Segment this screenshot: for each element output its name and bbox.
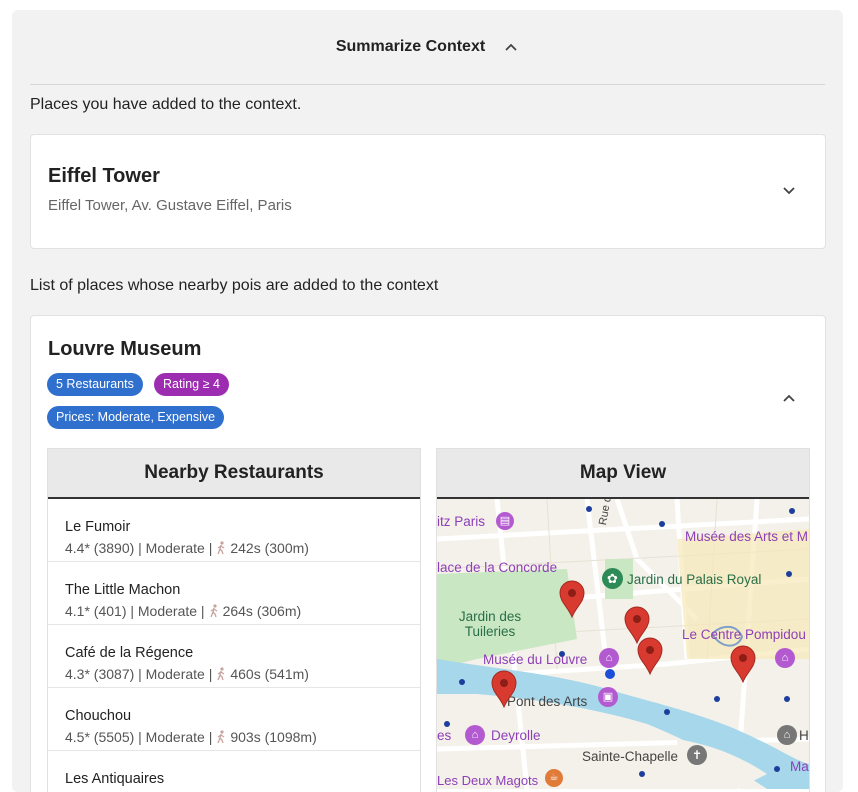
restaurant-row[interactable]: Café de la Régence 4.3* (3087) | Moderat… [48,625,420,688]
map-canvas[interactable]: ▤ ✿ ⌂ ▣ ⌂ ⌂ ✝ ⌂ ☕ itz Paris Rue de Riche… [437,499,809,789]
restaurant-row[interactable]: Le Fumoir 4.4* (3890) | Moderate | 242s … [48,499,420,562]
map-header: Map View [437,449,809,499]
map-label-musee-arts: Musée des Arts et M [685,529,809,544]
added-places-label: Places you have added to the context. [30,96,302,113]
chip-prices: Prices: Moderate, Expensive [47,406,225,429]
walking-icon [217,541,225,555]
place-name: Louvre Museum [48,338,202,360]
map-label-sainte-chapelle: Sainte-Chapelle [582,749,679,764]
chevron-up-icon[interactable] [503,39,519,55]
map-label-ritz: itz Paris [437,514,486,529]
map-label-es: es [437,728,452,743]
map-label-palais-royal: Jardin du Palais Royal [627,572,762,587]
map-label-ma: Ma [790,759,809,774]
map-label-louvre: Musée du Louvre [483,652,588,667]
chevron-up-icon[interactable] [781,390,797,406]
restaurant-rating: 4.3* (3087) | Moderate | [65,666,213,682]
restaurant-name: The Little Machon [65,582,181,598]
panel-header[interactable]: Summarize Context [12,10,843,84]
place-card-louvre-museum: Louvre Museum 5 Restaurants Rating ≥ 4 P… [30,315,826,792]
hotel-icon[interactable]: ▤ [496,512,514,530]
restaurant-walk: 242s (300m) [230,540,309,556]
restaurant-name: Le Fumoir [65,519,131,535]
map-label-pont-arts: Pont des Arts [507,694,588,709]
place-name: Eiffel Tower [48,165,160,187]
museum-icon[interactable]: ⌂ [599,648,619,668]
restaurant-rating: 4.1* (401) | Moderate | [65,603,205,619]
metro-icon [605,669,615,679]
walking-icon [217,730,225,744]
walking-icon [209,604,217,618]
place-address: Eiffel Tower, Av. Gustave Eiffel, Paris [48,197,292,214]
map-label-deyrolle: Deyrolle [491,728,541,743]
chip-restaurants: 5 Restaurants [47,373,143,396]
nearby-places-label: List of places whose nearby pois are add… [30,277,439,294]
map-label-tuileries: Jardin des Tuileries [458,609,522,639]
landmark-icon[interactable]: ⌂ [777,725,797,745]
map-pin-icon[interactable] [491,670,517,708]
panel-title: Summarize Context [335,38,486,55]
map-label-h: H [799,728,809,743]
map-label-deux-magots: Les Deux Magots [437,773,539,788]
shopping-icon[interactable]: ▣ [598,687,618,707]
restaurant-row[interactable]: Les Antiquaires [48,751,420,792]
map-label-concorde: lace de la Concorde [437,560,558,575]
map-label-pompidou: Le Centre Pompidou [682,627,806,642]
map-pin-icon[interactable] [730,645,756,683]
church-icon[interactable]: ✝ [687,745,707,765]
park-icon[interactable]: ✿ [602,568,623,589]
header-divider [30,84,825,85]
chevron-down-icon[interactable] [781,183,797,199]
restaurant-walk: 460s (541m) [230,666,309,682]
walking-icon [217,667,225,681]
map-pin-icon[interactable] [637,637,663,675]
restaurant-meta: 4.5* (5505) | Moderate | 903s (1098m) [65,729,317,745]
restaurant-list: Le Fumoir 4.4* (3890) | Moderate | 242s … [48,499,420,792]
place-card-eiffel-tower[interactable]: Eiffel Tower Eiffel Tower, Av. Gustave E… [30,134,826,249]
restaurant-walk: 264s (306m) [222,603,302,619]
cafe-icon[interactable]: ☕ [545,769,563,787]
museum-icon[interactable]: ⌂ [465,725,485,745]
nearby-restaurants-box: Nearby Restaurants Le Fumoir 4.4* (3890)… [47,448,421,792]
chip-rating: Rating ≥ 4 [154,373,229,396]
restaurant-meta: 4.3* (3087) | Moderate | 460s (541m) [65,666,309,682]
restaurant-walk: 903s (1098m) [230,729,317,745]
restaurant-rating: 4.4* (3890) | Moderate | [65,540,213,556]
restaurant-name: Café de la Régence [65,645,194,661]
restaurant-meta: 4.1* (401) | Moderate | 264s (306m) [65,603,301,619]
restaurant-name: Chouchou [65,708,132,724]
restaurant-name: Les Antiquaires [65,771,165,787]
restaurant-rating: 4.5* (5505) | Moderate | [65,729,213,745]
restaurant-meta: 4.4* (3890) | Moderate | 242s (300m) [65,540,309,556]
map-pin-icon[interactable] [559,580,585,618]
museum-icon[interactable]: ⌂ [775,648,795,668]
restaurants-header: Nearby Restaurants [48,449,420,499]
restaurant-row[interactable]: Chouchou 4.5* (5505) | Moderate | 903s (… [48,688,420,751]
summarize-context-panel: Summarize Context Places you have added … [12,10,843,792]
map-view-box: Map View ▤ ✿ ⌂ ▣ ⌂ ⌂ ✝ ⌂ ☕ itz Paris Mus… [436,448,810,792]
restaurant-row[interactable]: The Little Machon 4.1* (401) | Moderate … [48,562,420,625]
